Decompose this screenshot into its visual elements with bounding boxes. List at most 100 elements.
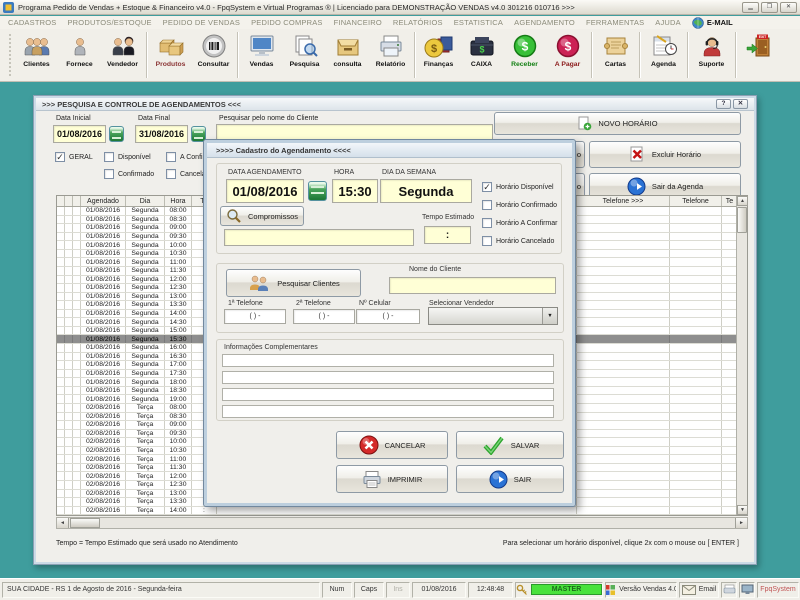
novo-horario-button[interactable]: NOVO HORÁRIO (494, 112, 741, 135)
nome-cliente-input[interactable] (389, 277, 556, 294)
column-header[interactable] (73, 196, 81, 206)
horizontal-scrollbar[interactable]: ◄ ► (56, 517, 748, 529)
geral-checkbox[interactable]: ✓ (55, 152, 65, 162)
status-checkbox[interactable] (482, 236, 492, 246)
info-input-3[interactable] (222, 388, 554, 401)
toolbar-apagar[interactable]: $A Pagar (546, 29, 589, 81)
column-header[interactable]: Hora (165, 196, 192, 206)
compromissos-button[interactable]: Compromissos (220, 206, 304, 226)
telefone2-input[interactable]: ( ) - (293, 309, 355, 324)
menu-item-ajuda[interactable]: AJUDA (655, 18, 681, 27)
column-header[interactable]: Telefone (670, 196, 722, 206)
filter-disponivel[interactable]: Disponível (104, 152, 151, 162)
cancelado-checkbox[interactable] (166, 169, 176, 179)
status-option-2[interactable]: Horário A Confirmar (482, 218, 557, 228)
confirmado-checkbox[interactable] (104, 169, 114, 179)
menu-item-pedido-compras[interactable]: PEDIDO COMPRAS (251, 18, 323, 27)
filter-confirmado[interactable]: Confirmado (104, 169, 154, 179)
salvar-button[interactable]: SALVAR (456, 431, 564, 459)
disponivel-checkbox[interactable] (104, 152, 114, 162)
column-header[interactable]: Telefone >>> (577, 196, 670, 206)
table-cell (57, 481, 65, 489)
table-cell (57, 276, 65, 284)
menu-item-estatistica[interactable]: ESTATISTICA (454, 18, 503, 27)
hora-input[interactable]: 15:30 (332, 179, 378, 203)
agendamentos-window-title: >>> PESQUISA E CONTROLE DE AGENDAMENTOS … (42, 100, 241, 109)
excluir-horario-button[interactable]: Excluir Horário (589, 141, 741, 168)
minimize-button[interactable]: ▁ (742, 2, 759, 13)
data-inicial-calendar-button[interactable] (109, 126, 124, 142)
vendedor-select[interactable]: ▼ (428, 307, 558, 325)
table-cell: 17:30 (165, 370, 192, 378)
a-confirmar-checkbox[interactable] (166, 152, 176, 162)
filter-geral[interactable]: ✓ GERAL (55, 152, 93, 162)
table-cell (73, 387, 81, 395)
status-option-1[interactable]: Horário Confirmado (482, 200, 557, 210)
toolbar-cartas[interactable]: Cartas (594, 29, 637, 81)
toolbar-produtos[interactable]: Produtos (149, 29, 192, 81)
table-row[interactable]: 02/08/2016Terça14:00: (57, 507, 747, 515)
sair-button[interactable]: SAIR (456, 465, 564, 493)
menu-item-pedido-de-vendas[interactable]: PEDIDO DE VENDAS (163, 18, 240, 27)
column-header[interactable] (57, 196, 65, 206)
column-header[interactable]: Agendado (81, 196, 126, 206)
restore-button[interactable]: ❐ (761, 2, 778, 13)
horizontal-scroll-thumb[interactable] (70, 518, 100, 528)
dialog-calendar-button[interactable] (308, 181, 327, 201)
telefone1-input[interactable]: ( ) - (224, 309, 286, 324)
menu-item-email[interactable]: E-MAIL (692, 17, 733, 29)
data-inicial-input[interactable]: 01/08/2016 (53, 125, 106, 143)
toolbar-receber[interactable]: $Receber (503, 29, 546, 81)
status-option-0[interactable]: ✓Horário Disponível (482, 182, 557, 192)
toolbar-suporte[interactable]: Suporte (690, 29, 733, 81)
menu-item-ferramentas[interactable]: FERRAMENTAS (586, 18, 644, 27)
cancelar-button[interactable]: CANCELAR (336, 431, 448, 459)
toolbar-relatorio[interactable]: Relatório (369, 29, 412, 81)
menu-item-cadastros[interactable]: CADASTROS (8, 18, 56, 27)
toolbar-financas[interactable]: $Finanças (417, 29, 460, 81)
toolbar-caixa[interactable]: $CAIXA (460, 29, 503, 81)
scroll-left-icon[interactable]: ◄ (57, 518, 69, 528)
toolbar-agenda[interactable]: Agenda (642, 29, 685, 81)
data-agendamento-input[interactable]: 01/08/2016 (226, 179, 304, 203)
vertical-scroll-thumb[interactable] (737, 207, 747, 233)
scroll-right-icon[interactable]: ► (735, 518, 747, 528)
vertical-scrollbar[interactable]: ▲ ▼ (736, 196, 747, 515)
toolbar-pesquisa[interactable]: Pesquisa (283, 29, 326, 81)
info-input-1[interactable] (222, 354, 554, 367)
pesquisar-clientes-button[interactable]: Pesquisar Clientes (226, 269, 361, 297)
help-button[interactable]: ? (716, 99, 731, 109)
menu-item-agendamento[interactable]: AGENDAMENTO (514, 18, 575, 27)
dia-semana-input[interactable]: Segunda (380, 179, 472, 203)
compromisso-input[interactable] (224, 229, 414, 246)
menu-item-financeiro[interactable]: FINANCEIRO (334, 18, 382, 27)
table-cell: 14:00 (165, 507, 192, 515)
column-header[interactable] (65, 196, 73, 206)
close-button[interactable]: ✕ (780, 2, 797, 13)
toolbar-fornece[interactable]: Fornece (58, 29, 101, 81)
toolbar-consulta[interactable]: consulta (326, 29, 369, 81)
window-close-button[interactable]: ✕ (733, 99, 748, 109)
imprimir-button[interactable]: IMPRIMIR (336, 465, 448, 493)
table-cell (577, 481, 670, 489)
scroll-up-icon[interactable]: ▲ (737, 196, 748, 206)
status-checkbox[interactable] (482, 200, 492, 210)
tempo-estimado-input[interactable]: : (424, 226, 471, 244)
menu-item-produtos-estoque[interactable]: PRODUTOS/ESTOQUE (67, 18, 151, 27)
status-checkbox[interactable]: ✓ (482, 182, 492, 192)
info-input-4[interactable] (222, 405, 554, 418)
status-option-3[interactable]: Horário Cancelado (482, 236, 557, 246)
scroll-down-icon[interactable]: ▼ (737, 505, 748, 515)
table-cell (73, 216, 81, 224)
toolbar-consultar[interactable]: Consultar (192, 29, 235, 81)
menu-item-relat-rios[interactable]: RELATÓRIOS (393, 18, 443, 27)
toolbar-sair-exit[interactable]: EXIT (738, 29, 781, 81)
data-final-input[interactable]: 31/08/2016 (135, 125, 188, 143)
column-header[interactable]: Dia (126, 196, 165, 206)
toolbar-vendedor[interactable]: Vendedor (101, 29, 144, 81)
info-input-2[interactable] (222, 371, 554, 384)
celular-input[interactable]: ( ) - (356, 309, 420, 324)
toolbar-vendas[interactable]: Vendas (240, 29, 283, 81)
status-checkbox[interactable] (482, 218, 492, 228)
toolbar-clientes[interactable]: Clientes (15, 29, 58, 81)
